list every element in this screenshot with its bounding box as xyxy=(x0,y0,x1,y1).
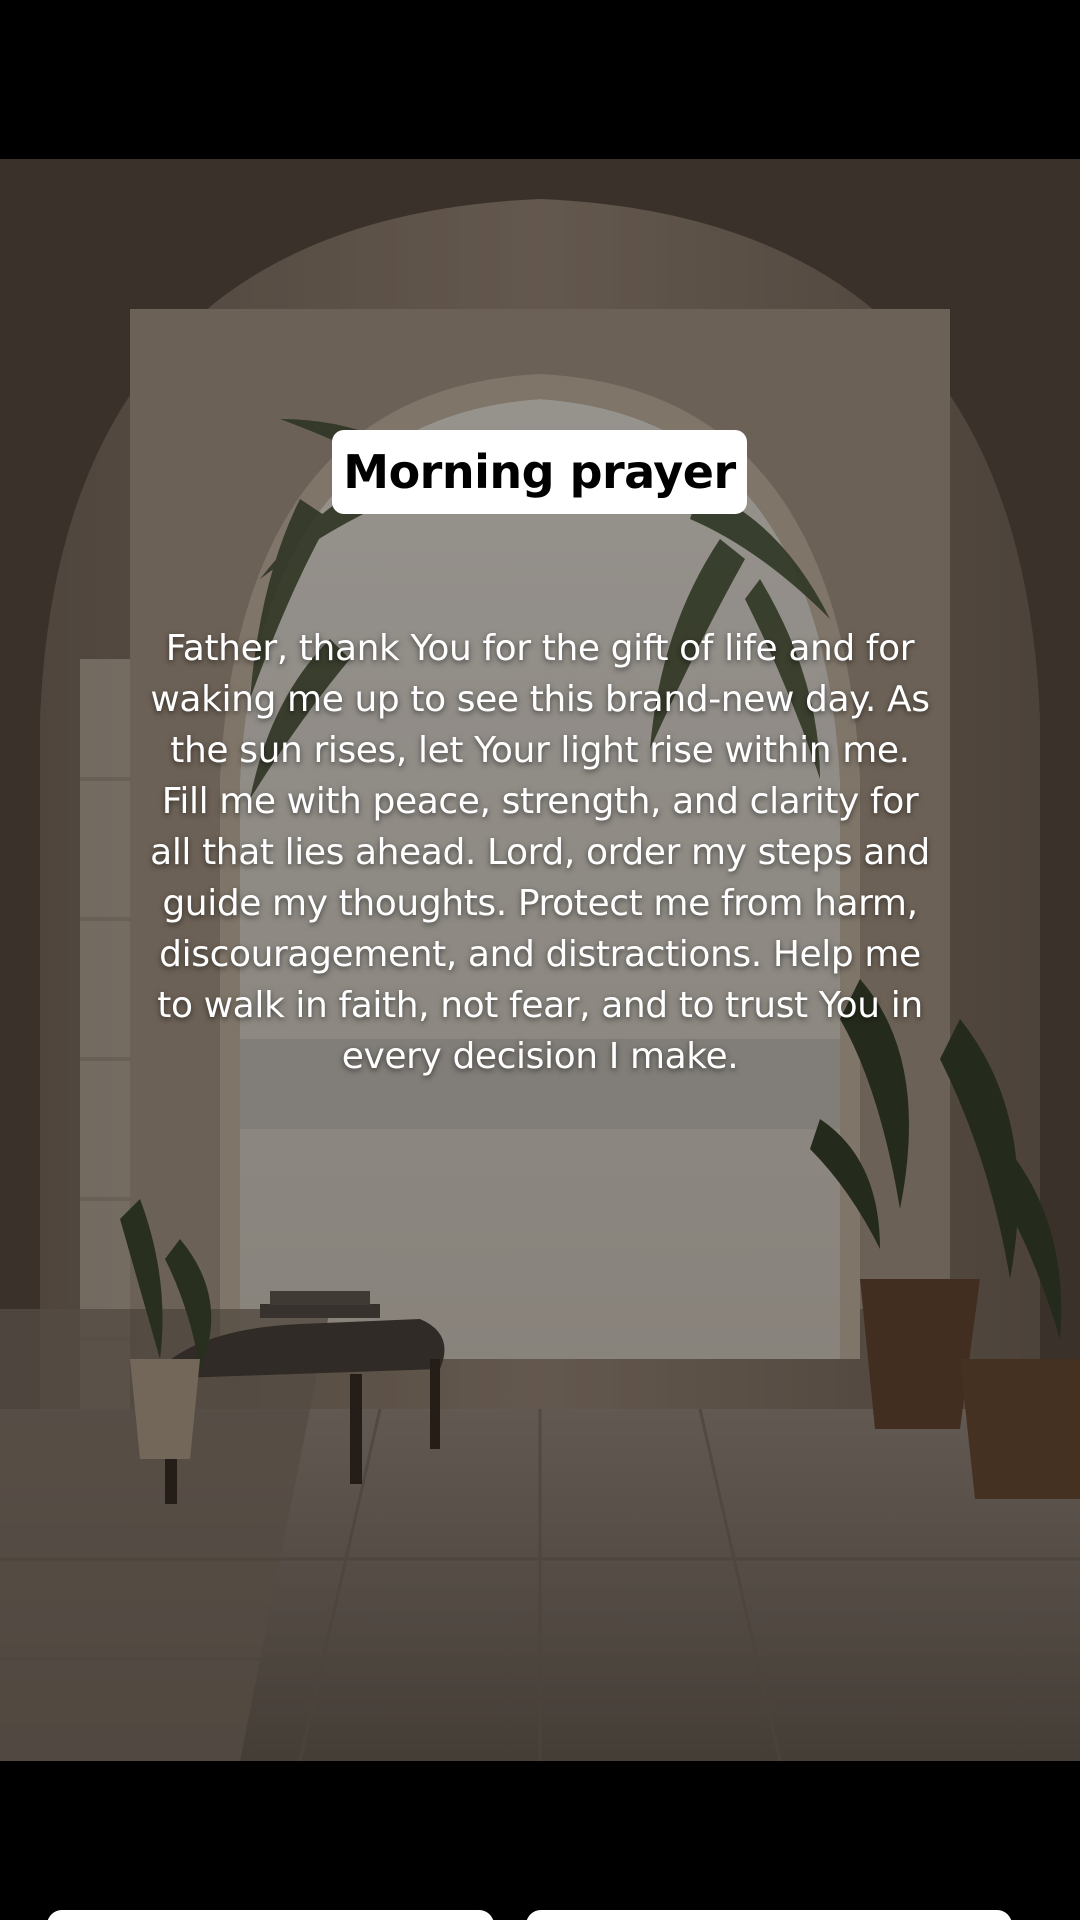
post-title: Morning prayer xyxy=(343,445,736,499)
prayer-caption: Father, thank You for the gift of life a… xyxy=(150,628,930,1077)
top-letterbox xyxy=(0,0,1080,159)
bottom-letterbox xyxy=(0,1761,1080,1920)
bottom-right-card[interactable] xyxy=(526,1910,1012,1920)
bottom-left-card[interactable] xyxy=(47,1910,494,1920)
title-label: Morning prayer xyxy=(332,430,747,514)
post-screen: Morning prayer Father, thank You for the… xyxy=(0,0,1080,1920)
